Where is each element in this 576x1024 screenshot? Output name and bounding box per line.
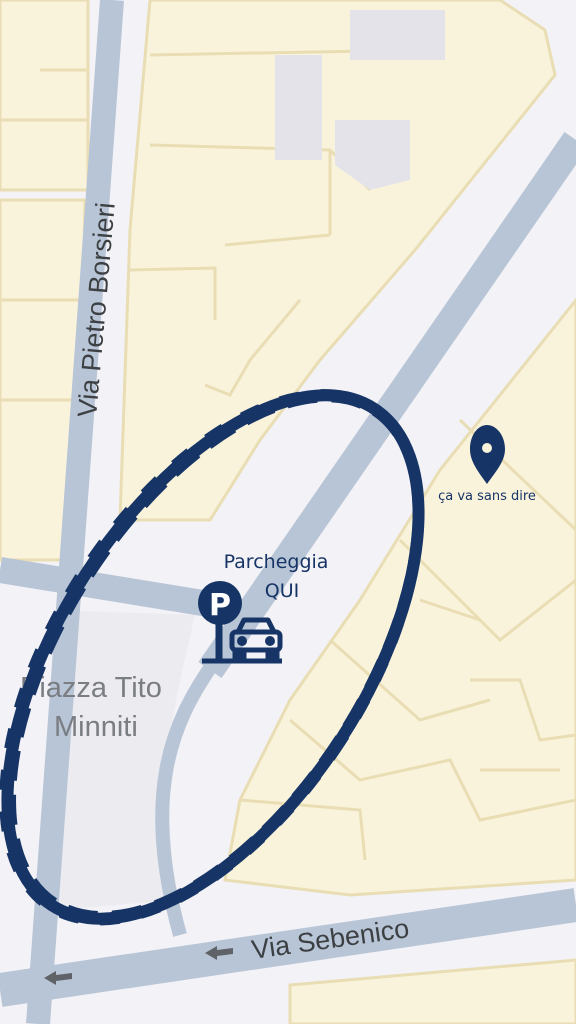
road-cross-left — [0, 557, 218, 618]
pin-label: ça va sans dire — [438, 489, 536, 504]
map-canvas[interactable]: Via Pietro Borsieri Via Sebenico Piazza … — [0, 0, 576, 1024]
parking-text-line2: QUI — [265, 580, 299, 602]
building-block-topleft — [0, 0, 90, 192]
parking-text-line1: Parcheggia — [224, 551, 329, 573]
parking-symbol: P — [209, 588, 231, 623]
building-block-bottom-right — [288, 958, 576, 1024]
place-label-piazza-line2: Minniti — [54, 711, 138, 743]
map-view[interactable]: Via Pietro Borsieri Via Sebenico Piazza … — [0, 0, 576, 1024]
